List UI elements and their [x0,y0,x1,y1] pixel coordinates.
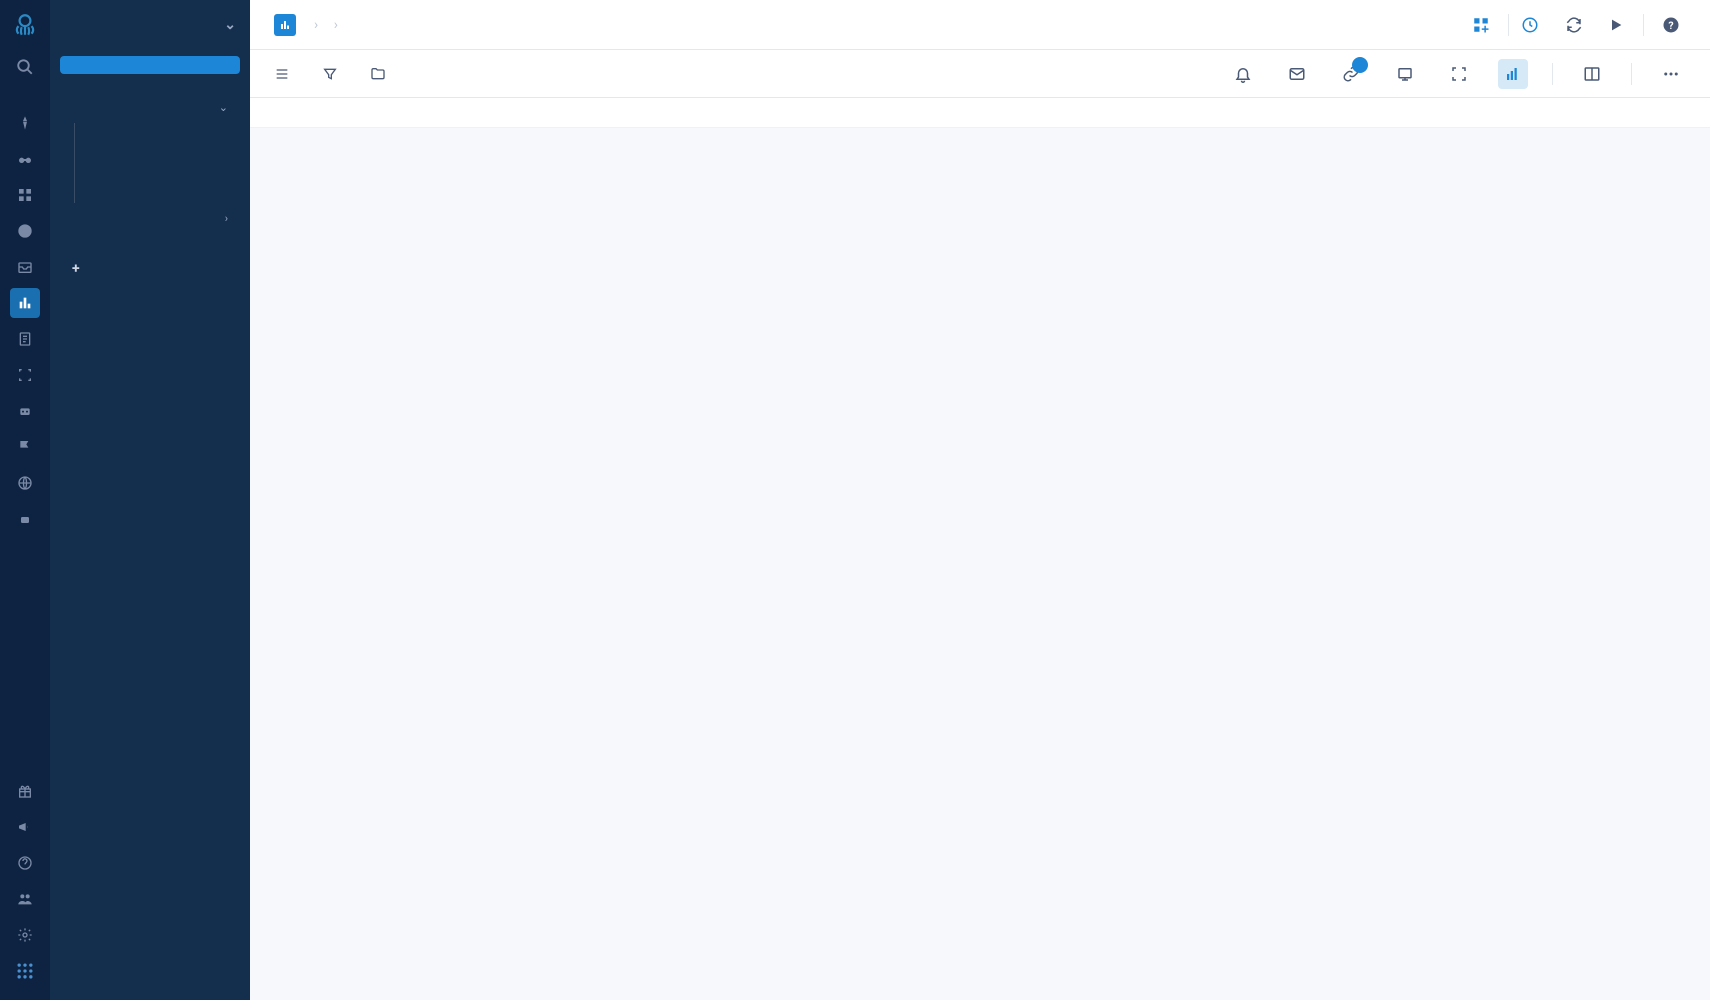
refresh-icon[interactable] [1559,10,1589,40]
bot-icon[interactable] [10,504,40,534]
split-view-icon[interactable] [1577,59,1607,89]
nav-gc[interactable] [87,155,240,171]
alert-circle-icon[interactable] [10,216,40,246]
plus-icon: + [72,261,80,277]
scan-icon[interactable] [10,360,40,390]
export-icon[interactable] [1390,59,1420,89]
icon-rail [0,0,50,1000]
chart-icon [274,14,296,36]
apps-icon[interactable] [10,180,40,210]
inbox-icon[interactable] [10,252,40,282]
nav-alerts[interactable] [60,300,240,318]
link-icon[interactable] [1336,59,1366,89]
help-icon[interactable] [10,848,40,878]
flag-icon[interactable] [10,432,40,462]
nav-logagent[interactable] [60,74,240,92]
add-widget-icon[interactable] [1466,10,1496,40]
breadcrumb: › › [308,17,344,33]
app-selector[interactable]: ⌄ [50,0,250,50]
more-icon[interactable] [1656,59,1686,89]
groups-menu[interactable] [370,66,394,82]
gear-icon[interactable] [10,920,40,950]
nav-eventloop[interactable] [87,139,240,155]
toolbar [250,50,1710,98]
nav-custom-metrics[interactable] [60,234,240,252]
nav-os[interactable]: › [60,203,240,234]
bars-view-icon[interactable] [1498,59,1528,89]
svg-text:?: ? [1668,18,1673,31]
search-icon[interactable] [10,52,40,82]
waffle-icon[interactable] [10,956,40,986]
rocket-icon[interactable] [10,108,40,138]
nav-ship-metrics[interactable] [60,350,240,368]
team-icon[interactable] [10,884,40,914]
binoculars-icon[interactable] [10,144,40,174]
play-icon[interactable] [1601,10,1631,40]
mail-icon[interactable] [1282,59,1312,89]
nav-cluster[interactable] [87,123,240,139]
nav-http-server[interactable] [87,171,240,187]
side-nav: ⌄ ⌄ › + [50,0,250,1000]
nav-nodejs[interactable]: ⌄ [60,92,240,123]
nav-app-settings[interactable] [60,368,240,386]
nav-logagent-sub[interactable] [87,187,240,203]
nav-alert-rules[interactable] [60,318,240,336]
logo-icon[interactable] [10,10,40,40]
link-badge [1352,57,1368,73]
filters-menu[interactable] [322,66,346,82]
fullscreen-icon[interactable] [1444,59,1474,89]
dashboard-icon[interactable] [10,288,40,318]
bell-icon[interactable] [1228,59,1258,89]
megaphone-icon[interactable] [10,812,40,842]
chevron-right-icon: › [225,212,228,225]
default-view-menu[interactable] [274,66,298,82]
robot-icon[interactable] [10,396,40,426]
main: › › ? [250,0,1710,1000]
time-range-selector[interactable] [1521,16,1547,34]
topbar: › › ? [250,0,1710,50]
nav-add-report[interactable]: + [60,252,240,286]
gift-icon[interactable] [10,776,40,806]
chevron-down-icon: ⌄ [219,101,228,114]
help-circle-icon[interactable]: ? [1656,10,1686,40]
chevron-down-icon: ⌄ [224,17,236,33]
nav-overview[interactable] [60,56,240,74]
dashboard-grid [250,128,1710,1000]
events-timeline[interactable] [250,98,1710,128]
page-icon[interactable] [10,324,40,354]
clock-icon [1521,16,1539,34]
globe-icon[interactable] [10,468,40,498]
